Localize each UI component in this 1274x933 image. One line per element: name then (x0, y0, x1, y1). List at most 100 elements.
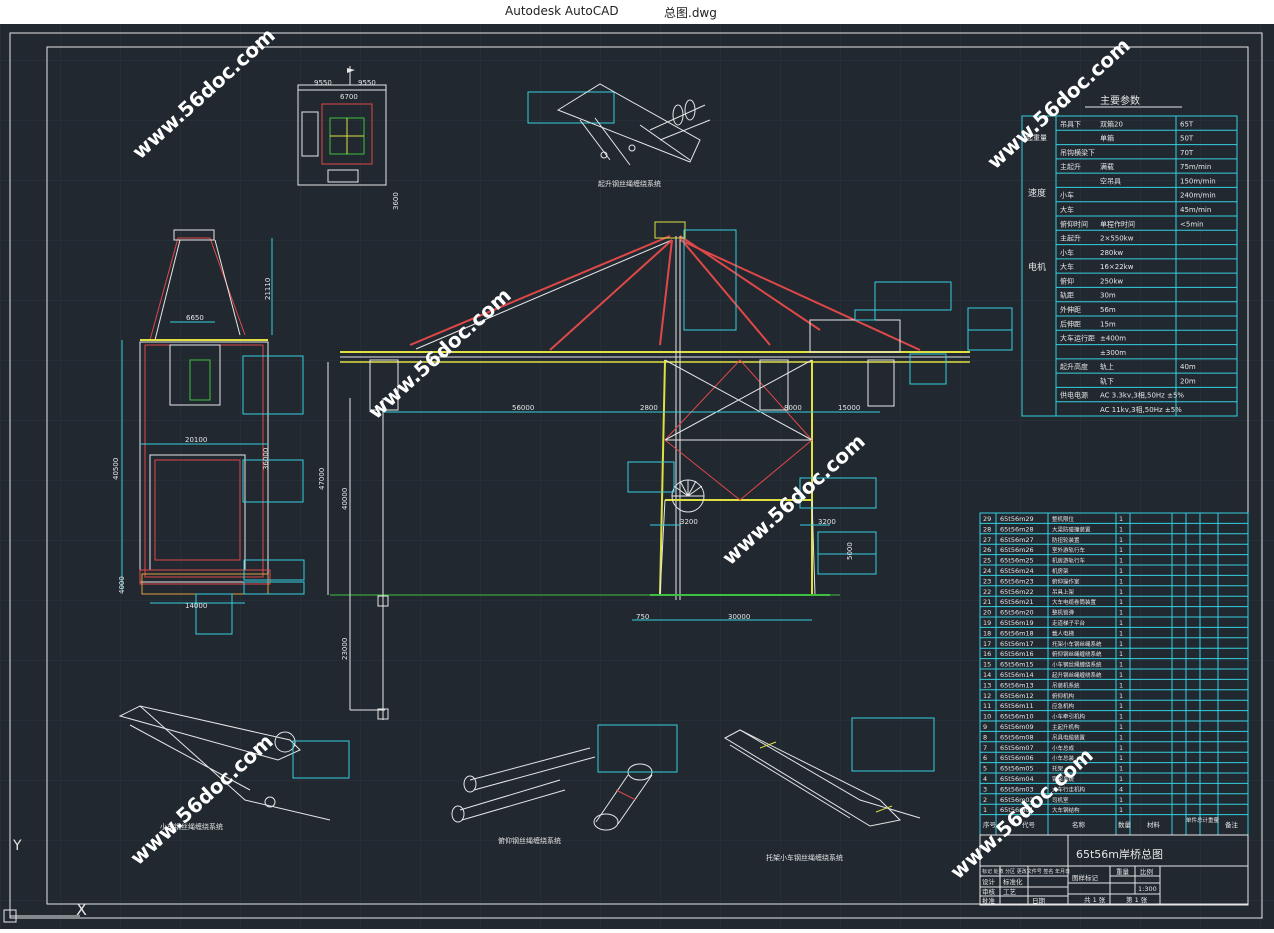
param-cell-a: 起升高度 (1060, 362, 1088, 371)
bom-cell-code: 65t56m23 (1000, 577, 1034, 585)
dim-side-40000: 40000 (341, 488, 349, 510)
bom-cell-code: 65t56m06 (1000, 754, 1034, 762)
bom-cell-code: 65t56m16 (1000, 650, 1034, 658)
cad-drawing[interactable]: Y X 9550 9550 6700 3600 起升钢丝绳缠绕系统 21110 … (0, 23, 1274, 929)
param-cell-a: 大车 (1060, 262, 1074, 271)
bom-cell-name: 应急机构 (1052, 702, 1075, 710)
dim-side-3200a: 3200 (680, 518, 698, 526)
param-cell-b: AC 3.3kv,3相,50Hz ±5% (1100, 391, 1184, 400)
bom-cell-name: 俯仰操作室 (1052, 577, 1080, 585)
param-cell-c: 50T (1180, 135, 1194, 143)
dim-side-3200b: 3200 (818, 518, 836, 526)
param-cell-c: <5min (1180, 220, 1204, 228)
bom-cell-no: 16 (983, 650, 991, 658)
window-title-bar: Autodesk AutoCAD 总图.dwg (0, 0, 1274, 24)
bom-cell-name: 整机限位 (1052, 515, 1075, 523)
bom-cell-no: 3 (983, 785, 987, 793)
bom-cell-name: 机房架 (1052, 567, 1069, 575)
label-review: 审核 (982, 887, 996, 896)
ucs-y-label: Y (12, 838, 22, 854)
dim-side-2800: 2800 (640, 404, 658, 412)
param-cell-c: 150m/min (1180, 177, 1216, 185)
bom-cell-name: 吊具上架 (1052, 588, 1075, 596)
bom-cell-code: 65t56m09 (1000, 723, 1034, 731)
bom-cell-name: 载人电梯 (1052, 629, 1075, 637)
bom-cell-qty: 1 (1119, 640, 1123, 648)
bom-header-remark: 备注 (1225, 820, 1239, 829)
bom-cell-no: 21 (983, 598, 991, 606)
sheet-number: 第 1 张 (1126, 895, 1148, 904)
param-cell-b: ±300m (1100, 349, 1126, 357)
bom-header-qty: 数量 (1118, 820, 1132, 829)
bom-cell-no: 20 (983, 609, 991, 617)
bom-cell-no: 13 (983, 681, 991, 689)
dim-side-47000: 47000 (318, 468, 326, 490)
param-cell-a: 外伸距 (1060, 305, 1081, 314)
bom-cell-code: 65t56m24 (1000, 567, 1034, 575)
dim-side-5000: 5000 (846, 542, 854, 560)
drawing-canvas[interactable]: Y X 9550 9550 6700 3600 起升钢丝绳缠绕系统 21110 … (0, 23, 1274, 929)
bom-cell-no: 6 (983, 754, 987, 762)
bom-cell-code: 65t56m12 (1000, 692, 1034, 700)
params-title: 主要参数 (1100, 94, 1140, 107)
bom-cell-code: 65t56m22 (1000, 588, 1034, 596)
param-cell-b: 16×22kw (1100, 263, 1134, 271)
bom-cell-no: 26 (983, 546, 991, 554)
bom-cell-no: 25 (983, 557, 991, 565)
param-cell-a: 后伸距 (1060, 319, 1081, 328)
bom-cell-qty: 1 (1119, 619, 1123, 627)
param-cell-a: 主起升 (1060, 162, 1081, 171)
spreader-trolley-system-label: 托架小车钢丝绳缠绕系统 (766, 853, 843, 862)
bom-cell-code: 65t56m18 (1000, 629, 1034, 637)
bom-cell-qty: 1 (1119, 567, 1123, 575)
bom-cell-qty: 1 (1119, 765, 1123, 773)
param-cell-b: AC 11kv,3相,50Hz ±5% (1100, 405, 1182, 414)
bom-header-name: 名称 (1072, 820, 1086, 829)
param-cell-c: 40m (1180, 363, 1196, 371)
bom-cell-qty: 1 (1119, 650, 1123, 658)
bom-header-material: 材料 (1147, 820, 1161, 829)
param-cell-c: 70T (1180, 149, 1194, 157)
param-cell-a: 主起升 (1060, 234, 1081, 243)
bom-cell-no: 22 (983, 588, 991, 596)
param-cell-a: 供电电源 (1060, 391, 1088, 400)
ucs-x-label: X (76, 900, 87, 919)
label-process: 工艺 (1003, 888, 1017, 896)
bom-cell-qty: 1 (1119, 671, 1123, 679)
param-cell-c: 45m/min (1180, 206, 1211, 214)
bom-cell-no: 17 (983, 640, 991, 648)
dim-top-side: 3600 (392, 192, 400, 210)
bom-cell-name: 大车电缆卷筒装置 (1052, 598, 1097, 606)
param-cell-b: ±400m (1100, 335, 1126, 343)
bom-cell-no: 8 (983, 733, 987, 741)
bom-cell-no: 11 (983, 702, 991, 710)
dim-top-mid: 6700 (340, 93, 358, 101)
param-cell-b: 280kw (1100, 249, 1123, 257)
bom-cell-qty: 1 (1119, 661, 1123, 669)
bom-cell-qty: 1 (1119, 713, 1123, 721)
bom-cell-code: 65t56m26 (1000, 546, 1034, 554)
drawing-title: 65t56m岸桥总图 (1076, 847, 1163, 861)
bom-cell-name: 主起升机构 (1052, 723, 1080, 731)
bom-cell-code: 65t56m28 (1000, 525, 1034, 533)
bom-cell-qty: 1 (1119, 536, 1123, 544)
bom-cell-name: 俯仰钢丝绳缠绕系统 (1052, 650, 1102, 658)
bom-cell-no: 10 (983, 713, 991, 721)
bom-cell-name: 俯仰机构 (1052, 692, 1075, 700)
param-cell-a: 大车 (1060, 205, 1074, 214)
bom-cell-qty: 1 (1119, 588, 1123, 596)
param-cell-b: 2×550kw (1100, 235, 1134, 243)
param-cell-c: 75m/min (1180, 163, 1211, 171)
sheet-count: 共 1 张 (1084, 895, 1106, 904)
param-cell-b: 轨下 (1100, 376, 1114, 385)
bom-cell-name: 防扭轮装置 (1052, 536, 1080, 544)
bom-cell-qty: 4 (1119, 785, 1123, 793)
bom-cell-code: 65t56m20 (1000, 609, 1034, 617)
param-cell-a: 小车 (1060, 248, 1074, 257)
bom-cell-no: 24 (983, 567, 991, 575)
param-cell-a: 小车 (1060, 191, 1074, 200)
bom-cell-qty: 1 (1119, 744, 1123, 752)
bom-cell-qty: 1 (1119, 702, 1123, 710)
dim-side-23000: 23000 (341, 638, 349, 660)
param-cell-a: 轨距 (1060, 291, 1074, 300)
